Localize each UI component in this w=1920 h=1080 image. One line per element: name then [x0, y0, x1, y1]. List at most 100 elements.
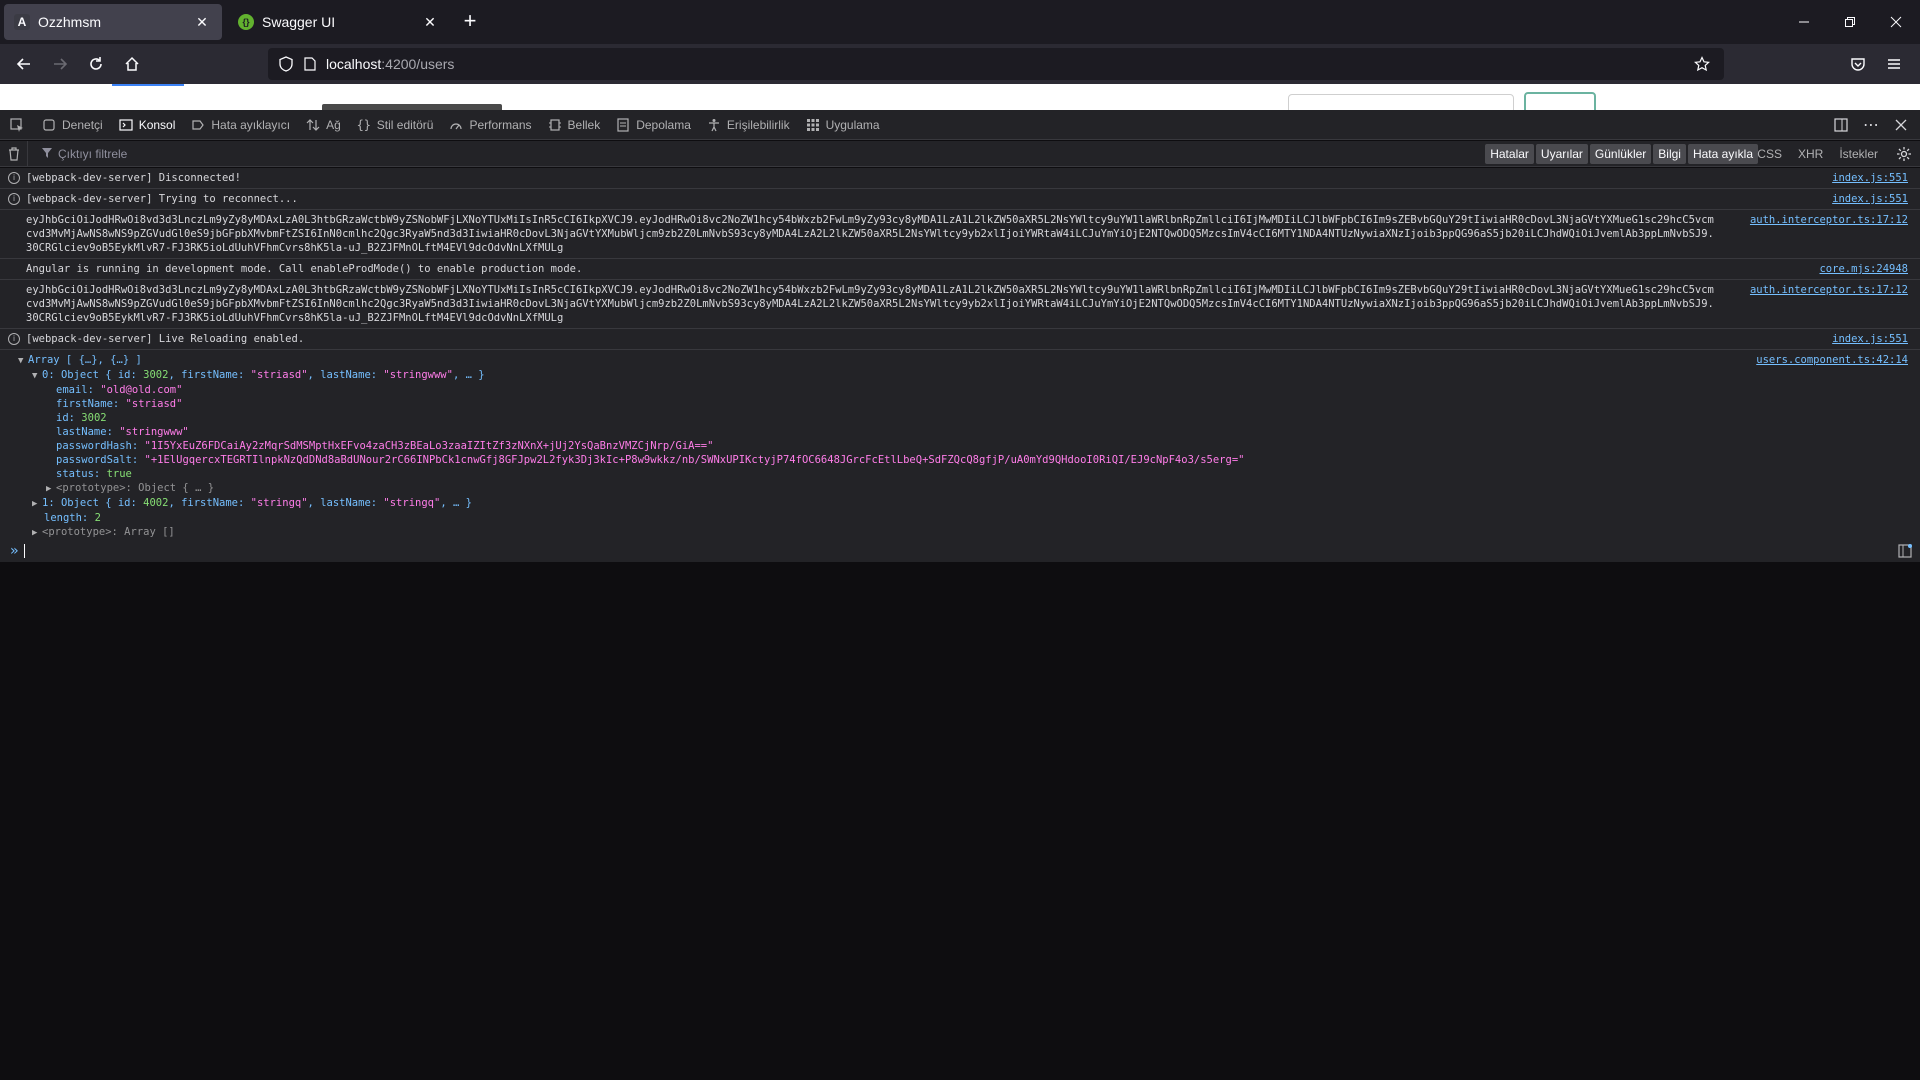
shield-icon[interactable]: [272, 50, 300, 78]
item-id: 3002: [143, 369, 169, 381]
close-icon[interactable]: ✕: [420, 12, 440, 32]
source-link[interactable]: index.js:551: [1832, 332, 1908, 346]
filter-errors-button[interactable]: Hatalar: [1485, 144, 1534, 164]
close-window-icon[interactable]: [1882, 8, 1910, 36]
item-id: 4002: [143, 497, 169, 509]
hamburger-menu-icon[interactable]: [1880, 50, 1908, 78]
angular-favicon-icon: A: [14, 14, 30, 30]
console-filter-input[interactable]: Çıktıyı filtrele: [42, 147, 127, 161]
console-icon: [119, 118, 133, 132]
filter-warnings-button[interactable]: Uyarılar: [1535, 144, 1588, 164]
filter-css-button[interactable]: CSS: [1751, 144, 1788, 164]
source-link[interactable]: index.js:551: [1832, 192, 1908, 206]
tab-title: Ozzhmsm: [38, 14, 101, 30]
web-page-viewport[interactable]: [0, 84, 1920, 110]
storage-icon: [616, 117, 630, 132]
prop-value: "1I5YxEuZ6FDCaiAy2zMqrSdMSMptHxEFvo4zaCH…: [144, 440, 714, 452]
expanded-triangle-icon[interactable]: ▼: [32, 369, 42, 383]
collapsed-triangle-icon[interactable]: ▶: [32, 497, 42, 511]
tab-memory[interactable]: Bellek: [540, 110, 609, 140]
page-info-icon[interactable]: [300, 50, 320, 78]
filter-logs-button[interactable]: Günlükler: [1589, 144, 1652, 164]
console-input[interactable]: »: [0, 540, 1920, 562]
prototype-label: <prototype>: Array []: [42, 526, 175, 538]
text-caret: [24, 544, 26, 558]
page-input-peek[interactable]: [1288, 94, 1514, 110]
more-options-icon[interactable]: ⋯: [1858, 112, 1884, 138]
tab-label: Erişilebilirlik: [726, 117, 790, 132]
back-arrow-icon[interactable]: [10, 50, 38, 78]
close-devtools-icon[interactable]: [1888, 112, 1914, 138]
gear-icon[interactable]: [1892, 142, 1916, 166]
tab-accessibility[interactable]: Erişilebilirlik: [699, 110, 798, 140]
filter-requests-button[interactable]: İstekler: [1833, 144, 1884, 164]
address-bar[interactable]: localhost:4200/users: [268, 48, 1724, 80]
prop-value: "old@old.com": [100, 384, 183, 396]
tab-performance[interactable]: Performans: [441, 110, 539, 140]
new-tab-plus-icon[interactable]: +: [458, 10, 482, 34]
memory-icon: [548, 118, 562, 132]
log-level-filters: Hatalar Uyarılar Günlükler Bilgi Hata ay…: [1483, 144, 1758, 164]
object-prototype[interactable]: ▶ <prototype>: Object { … }: [26, 481, 1720, 496]
collapsed-triangle-icon[interactable]: ▶: [46, 482, 56, 496]
tab-debugger[interactable]: Hata ayıklayıcı: [183, 110, 298, 140]
message-text: Angular is running in development mode. …: [26, 263, 583, 275]
prop-value: "striasd": [125, 398, 183, 410]
array-tree-root[interactable]: ▼ Array [ {…}, {…} ]: [18, 353, 1720, 368]
star-bookmark-icon[interactable]: [1688, 50, 1716, 78]
console-output[interactable]: i [webpack-dev-server] Disconnected! ind…: [0, 168, 1920, 540]
application-icon: [806, 118, 820, 132]
prop-status: status: true: [56, 468, 132, 480]
prop-email: email: "old@old.com": [56, 384, 183, 396]
devtools-toolbar: Denetçi Konsol Hata ayıklayıcı Ağ {} Sti…: [0, 110, 1920, 140]
multiline-editor-toggle-icon[interactable]: [1896, 542, 1914, 560]
console-empty-area[interactable]: [0, 562, 1920, 1080]
info-icon: i: [8, 193, 20, 205]
source-link[interactable]: core.mjs:24948: [1819, 262, 1908, 276]
prop-lastname: lastName: "stringwww": [56, 426, 189, 438]
filter-xhr-button[interactable]: XHR: [1792, 144, 1829, 164]
close-icon[interactable]: ✕: [192, 12, 212, 32]
tab-label: Konsol: [138, 117, 176, 132]
item-firstname: "stringq": [250, 497, 308, 509]
source-link[interactable]: users.component.ts:42:14: [1756, 353, 1908, 367]
element-picker-icon[interactable]: [0, 110, 34, 140]
item-prefix: 0: Object { id:: [42, 369, 144, 381]
inspector-icon: [42, 118, 56, 132]
tab-label: Bellek: [567, 117, 601, 132]
trash-clear-console-icon[interactable]: [0, 140, 28, 167]
prop-value: "stringwww": [119, 426, 189, 438]
filter-info-button[interactable]: Bilgi: [1653, 144, 1686, 164]
tab-network[interactable]: Ağ: [298, 110, 349, 140]
tab-storage[interactable]: Depolama: [608, 110, 699, 140]
item-suffix: , … }: [452, 369, 485, 381]
minimize-icon[interactable]: [1790, 8, 1818, 36]
dock-side-icon[interactable]: [1828, 112, 1854, 138]
source-link[interactable]: index.js:551: [1832, 171, 1908, 185]
array-prototype[interactable]: ▶ <prototype>: Array []: [26, 525, 1720, 540]
item-lastname: "stringq": [383, 497, 441, 509]
browser-tab-swagger[interactable]: {} Swagger UI ✕: [228, 4, 450, 40]
tab-console[interactable]: Konsol: [111, 110, 184, 140]
console-filter-bar: Çıktıyı filtrele Hatalar Uyarılar Günlük…: [0, 140, 1920, 167]
source-link[interactable]: auth.interceptor.ts:17:12: [1750, 213, 1908, 227]
expanded-triangle-icon[interactable]: ▼: [18, 354, 28, 368]
navigation-toolbar: localhost:4200/users: [0, 44, 1920, 84]
source-link[interactable]: auth.interceptor.ts:17:12: [1750, 283, 1908, 297]
tab-application[interactable]: Uygulama: [798, 110, 888, 140]
collapsed-triangle-icon[interactable]: ▶: [32, 526, 42, 540]
array-item-0[interactable]: ▼ 0: Object { id: 3002, firstName: "stria…: [26, 368, 1720, 383]
array-item-1[interactable]: ▶ 1: Object { id: 4002, firstName: "strin…: [26, 496, 1720, 511]
prop-firstname: firstName: "striasd": [56, 398, 183, 410]
restore-icon[interactable]: [1836, 8, 1864, 36]
home-icon[interactable]: [118, 50, 146, 78]
prop-length: length: 2: [44, 512, 101, 524]
page-button-peek[interactable]: [1524, 92, 1596, 110]
forward-arrow-icon[interactable]: [46, 50, 74, 78]
tab-inspector[interactable]: Denetçi: [34, 110, 111, 140]
pocket-icon[interactable]: [1844, 50, 1872, 78]
tab-style-editor[interactable]: {} Stil editörü: [349, 110, 442, 140]
browser-tab-active[interactable]: A Ozzhmsm ✕: [4, 4, 222, 40]
prop-passwordhash: passwordHash: "1I5YxEuZ6FDCaiAy2zMqrSdMS…: [56, 440, 714, 452]
reload-icon[interactable]: [82, 50, 110, 78]
